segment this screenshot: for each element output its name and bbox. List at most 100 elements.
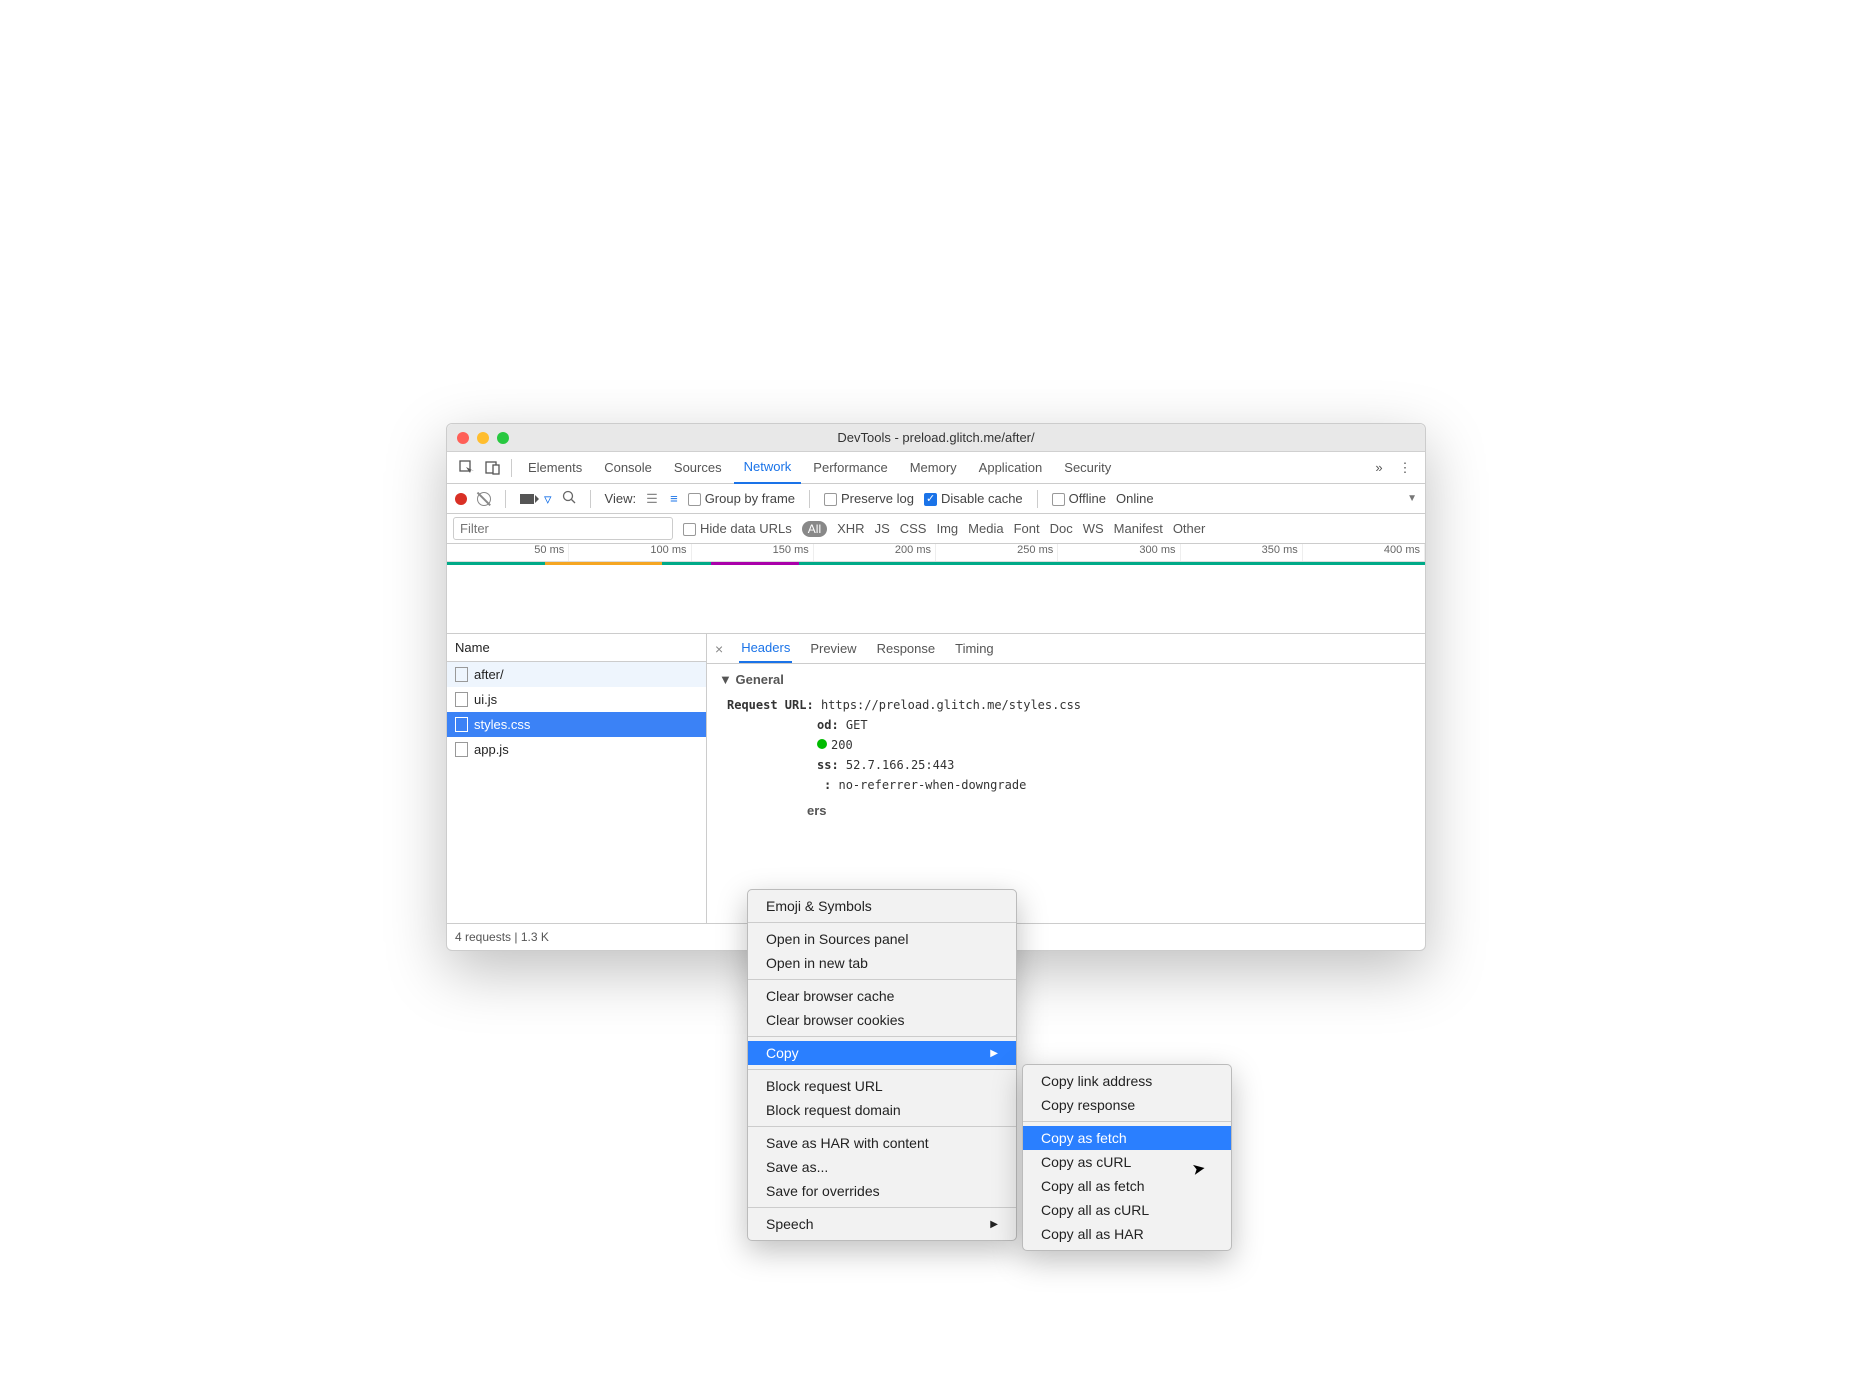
timeline-tick: 100 ms bbox=[569, 544, 691, 561]
filter-bar: Hide data URLs All XHR JS CSS Img Media … bbox=[447, 514, 1425, 544]
request-row[interactable]: ui.js bbox=[447, 687, 706, 712]
filter-manifest[interactable]: Manifest bbox=[1114, 521, 1163, 536]
filter-media[interactable]: Media bbox=[968, 521, 1003, 536]
view-label: View: bbox=[605, 491, 637, 506]
throttling-dropdown-icon[interactable]: ▼ bbox=[1407, 493, 1417, 504]
screenshot-icon[interactable] bbox=[520, 494, 534, 504]
disable-cache-label: Disable cache bbox=[941, 491, 1023, 506]
menu-open-sources[interactable]: Open in Sources panel bbox=[748, 927, 1016, 951]
submenu-copy-link[interactable]: Copy link address bbox=[1023, 1069, 1231, 1093]
name-column-header[interactable]: Name bbox=[447, 634, 706, 662]
details-tab-preview[interactable]: Preview bbox=[808, 635, 858, 662]
preserve-log-checkbox[interactable]: Preserve log bbox=[824, 491, 914, 506]
request-name: styles.css bbox=[474, 717, 530, 732]
filter-all[interactable]: All bbox=[802, 521, 827, 537]
filter-toggle-icon[interactable]: ▿ bbox=[544, 490, 552, 508]
filter-doc[interactable]: Doc bbox=[1050, 521, 1073, 536]
timeline-tick: 300 ms bbox=[1058, 544, 1180, 561]
menu-block-domain[interactable]: Block request domain bbox=[748, 1098, 1016, 1122]
menu-speech-label: Speech bbox=[766, 1216, 813, 1232]
filter-other[interactable]: Other bbox=[1173, 521, 1206, 536]
tab-memory[interactable]: Memory bbox=[900, 452, 967, 483]
request-name: after/ bbox=[474, 667, 504, 682]
timeline-ruler: 50 ms 100 ms 150 ms 200 ms 250 ms 300 ms… bbox=[447, 544, 1425, 562]
request-row[interactable]: after/ bbox=[447, 662, 706, 687]
submenu-copy-as-fetch[interactable]: Copy as fetch bbox=[1023, 1126, 1231, 1150]
context-menu: Emoji & Symbols Open in Sources panel Op… bbox=[747, 889, 1017, 1241]
tab-application[interactable]: Application bbox=[969, 452, 1053, 483]
view-waterfall-icon[interactable]: ≡ bbox=[670, 491, 678, 506]
filter-css[interactable]: CSS bbox=[900, 521, 927, 536]
details-tab-response[interactable]: Response bbox=[875, 635, 938, 662]
general-section-label: General bbox=[735, 672, 783, 687]
minimize-window-button[interactable] bbox=[477, 432, 489, 444]
request-url-value: https://preload.glitch.me/styles.css bbox=[821, 698, 1081, 712]
filter-input[interactable] bbox=[453, 517, 673, 540]
more-tabs-icon[interactable]: » bbox=[1367, 456, 1391, 480]
submenu-copy-response[interactable]: Copy response bbox=[1023, 1093, 1231, 1117]
tab-network[interactable]: Network bbox=[734, 451, 802, 484]
status-code-value: 200 bbox=[831, 738, 853, 752]
tab-elements[interactable]: Elements bbox=[518, 452, 592, 483]
menu-clear-cache[interactable]: Clear browser cache bbox=[748, 984, 1016, 1008]
window-title: DevTools - preload.glitch.me/after/ bbox=[447, 430, 1425, 445]
menu-separator bbox=[1023, 1121, 1231, 1122]
general-section[interactable]: ▼ General bbox=[707, 664, 1425, 695]
close-window-button[interactable] bbox=[457, 432, 469, 444]
timeline-bar bbox=[799, 562, 1171, 565]
divider bbox=[505, 490, 506, 508]
menu-emoji-symbols[interactable]: Emoji & Symbols bbox=[748, 894, 1016, 918]
request-row-selected[interactable]: styles.css bbox=[447, 712, 706, 737]
online-select[interactable]: Online bbox=[1116, 491, 1154, 506]
inspect-element-icon[interactable] bbox=[455, 456, 479, 480]
response-headers-section[interactable]: ers bbox=[707, 795, 1425, 826]
filter-font[interactable]: Font bbox=[1014, 521, 1040, 536]
submenu-copy-all-curl[interactable]: Copy all as cURL bbox=[1023, 1198, 1231, 1222]
menu-speech[interactable]: Speech▶ bbox=[748, 1212, 1016, 1236]
tab-sources[interactable]: Sources bbox=[664, 452, 732, 483]
filter-js[interactable]: JS bbox=[875, 521, 890, 536]
menu-save-as[interactable]: Save as... bbox=[748, 1155, 1016, 1179]
tab-console[interactable]: Console bbox=[594, 452, 662, 483]
view-list-icon[interactable]: ☰ bbox=[646, 491, 660, 507]
record-button[interactable] bbox=[455, 493, 467, 505]
submenu-copy-all-har[interactable]: Copy all as HAR bbox=[1023, 1222, 1231, 1246]
details-tab-headers[interactable]: Headers bbox=[739, 634, 792, 663]
group-by-frame-checkbox[interactable]: Group by frame bbox=[688, 491, 795, 506]
hide-data-urls-label: Hide data URLs bbox=[700, 521, 792, 536]
filter-img[interactable]: Img bbox=[936, 521, 958, 536]
clear-button[interactable] bbox=[477, 492, 491, 506]
menu-open-new-tab[interactable]: Open in new tab bbox=[748, 951, 1016, 975]
request-row[interactable]: app.js bbox=[447, 737, 706, 762]
timeline-tick: 200 ms bbox=[814, 544, 936, 561]
remote-address-row: ss: 52.7.166.25:443 bbox=[707, 755, 1425, 775]
file-icon bbox=[455, 742, 468, 757]
maximize-window-button[interactable] bbox=[497, 432, 509, 444]
request-url-label: Request URL: bbox=[727, 698, 814, 712]
devtools-window: DevTools - preload.glitch.me/after/ Elem… bbox=[446, 423, 1426, 951]
window-controls bbox=[457, 432, 509, 444]
disable-cache-checkbox[interactable]: Disable cache bbox=[924, 491, 1023, 506]
tab-performance[interactable]: Performance bbox=[803, 452, 897, 483]
file-icon bbox=[455, 667, 468, 682]
hide-data-urls-checkbox[interactable]: Hide data URLs bbox=[683, 521, 792, 536]
network-timeline[interactable]: 50 ms 100 ms 150 ms 200 ms 250 ms 300 ms… bbox=[447, 544, 1425, 634]
menu-clear-cookies[interactable]: Clear browser cookies bbox=[748, 1008, 1016, 1032]
offline-checkbox[interactable]: Offline bbox=[1052, 491, 1106, 506]
group-by-frame-label: Group by frame bbox=[705, 491, 795, 506]
menu-copy[interactable]: Copy▶ bbox=[748, 1041, 1016, 1065]
tab-security[interactable]: Security bbox=[1054, 452, 1121, 483]
search-icon[interactable] bbox=[562, 490, 576, 507]
menu-save-har[interactable]: Save as HAR with content bbox=[748, 1131, 1016, 1155]
kebab-menu-icon[interactable]: ⋮ bbox=[1393, 456, 1417, 480]
close-details-icon[interactable]: × bbox=[715, 641, 723, 657]
file-icon bbox=[455, 692, 468, 707]
menu-save-overrides[interactable]: Save for overrides bbox=[748, 1179, 1016, 1203]
menu-block-url[interactable]: Block request URL bbox=[748, 1074, 1016, 1098]
request-name: ui.js bbox=[474, 692, 497, 707]
address-value: 52.7.166.25:443 bbox=[846, 758, 954, 772]
details-tab-timing[interactable]: Timing bbox=[953, 635, 996, 662]
filter-ws[interactable]: WS bbox=[1083, 521, 1104, 536]
device-toolbar-icon[interactable] bbox=[481, 456, 505, 480]
filter-xhr[interactable]: XHR bbox=[837, 521, 864, 536]
